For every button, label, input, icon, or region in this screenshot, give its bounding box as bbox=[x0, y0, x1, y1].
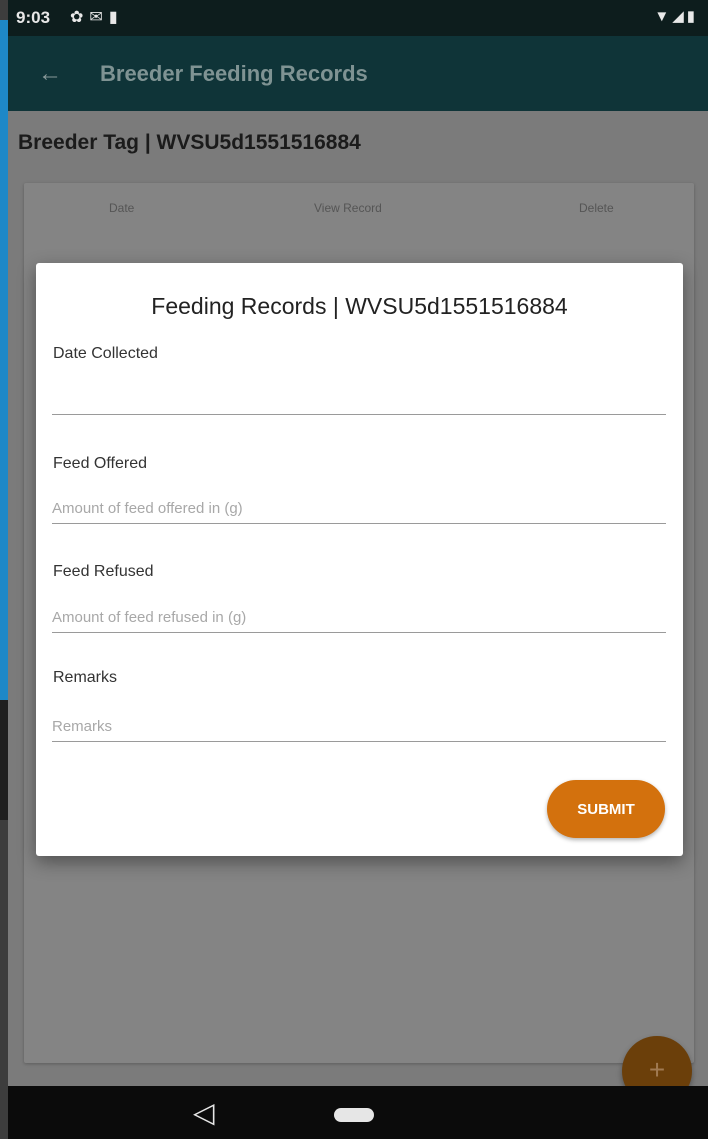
signal-icon: ◢ bbox=[672, 8, 687, 25]
system-icons: ▼◢▮ bbox=[654, 7, 698, 25]
wifi-icon: ▼ bbox=[654, 8, 673, 25]
page-title: Breeder Tag | WVSU5d1551516884 bbox=[18, 131, 361, 154]
window-edge-dark bbox=[0, 700, 8, 820]
app-bar: ← Breeder Feeding Records bbox=[8, 36, 708, 111]
plus-icon: + bbox=[648, 1054, 666, 1085]
status-bar: 9:03 ✿✉▮ ▼◢▮ bbox=[8, 0, 708, 36]
arrow-left-icon[interactable]: ← bbox=[38, 60, 62, 88]
feed-refused-field[interactable] bbox=[52, 602, 666, 633]
remarks-label: Remarks bbox=[53, 669, 118, 686]
date-collected-label: Date Collected bbox=[53, 345, 158, 362]
feeding-record-dialog: Feeding Records | WVSU5d1551516884 Date … bbox=[36, 263, 683, 856]
nav-home-icon[interactable] bbox=[334, 1108, 374, 1122]
remarks-field[interactable] bbox=[52, 711, 666, 742]
column-header-date: Date bbox=[109, 201, 135, 215]
feed-offered-field[interactable] bbox=[52, 493, 666, 524]
column-header-view-record: View Record bbox=[314, 201, 382, 215]
gmail-icon: ✉ bbox=[89, 9, 109, 26]
column-header-delete: Delete bbox=[579, 201, 614, 215]
app-bar-title: Breeder Feeding Records bbox=[100, 61, 368, 86]
battery-icon: ▮ bbox=[686, 8, 698, 25]
gear-icon: ✿ bbox=[70, 9, 90, 26]
sd-card-icon: ▮ bbox=[108, 9, 124, 26]
submit-button[interactable]: SUBMIT bbox=[547, 780, 665, 838]
date-collected-field[interactable] bbox=[52, 384, 666, 415]
notification-icons: ✿✉▮ bbox=[70, 7, 124, 27]
feed-offered-label: Feed Offered bbox=[53, 455, 147, 472]
window-edge-accent bbox=[0, 20, 8, 700]
feed-refused-label: Feed Refused bbox=[53, 563, 154, 580]
nav-back-icon[interactable]: ◁ bbox=[193, 1096, 215, 1129]
status-time: 9:03 bbox=[16, 8, 51, 27]
device-screen: 9:03 ✿✉▮ ▼◢▮ ← Breeder Feeding Records B… bbox=[8, 0, 708, 1139]
dialog-title: Feeding Records | WVSU5d1551516884 bbox=[151, 293, 568, 319]
navigation-bar: ◁ bbox=[8, 1086, 708, 1139]
